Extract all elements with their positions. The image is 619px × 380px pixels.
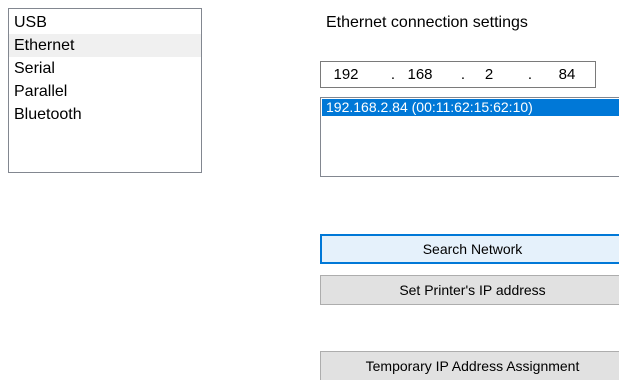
connection-type-usb[interactable]: USB: [9, 11, 201, 34]
connection-type-ethernet[interactable]: Ethernet: [9, 34, 201, 57]
found-printer-item[interactable]: 192.168.2.84 (00:11:62:15:62:10): [322, 99, 619, 116]
ip-address-field[interactable]: 192 . 168 . 2 . 84: [320, 61, 596, 88]
ip-octet-1[interactable]: 192: [326, 66, 366, 83]
ip-octet-3[interactable]: 2: [469, 66, 509, 83]
search-network-button[interactable]: Search Network: [320, 234, 619, 264]
ip-octet-4[interactable]: 84: [547, 66, 587, 83]
temporary-ip-assignment-button[interactable]: Temporary IP Address Assignment: [320, 351, 619, 380]
connection-type-serial[interactable]: Serial: [9, 57, 201, 80]
ip-octet-2[interactable]: 168: [400, 66, 440, 83]
ethernet-settings-page: USB Ethernet Serial Parallel Bluetooth E…: [0, 0, 619, 380]
ip-separator: .: [527, 66, 533, 83]
set-printer-ip-button[interactable]: Set Printer's IP address: [320, 275, 619, 305]
connection-type-bluetooth[interactable]: Bluetooth: [9, 103, 201, 126]
found-printers-list[interactable]: 192.168.2.84 (00:11:62:15:62:10): [320, 97, 619, 177]
connection-type-parallel[interactable]: Parallel: [9, 80, 201, 103]
section-title: Ethernet connection settings: [326, 14, 528, 31]
connection-type-list[interactable]: USB Ethernet Serial Parallel Bluetooth: [8, 8, 202, 173]
ip-separator: .: [390, 66, 396, 83]
ip-separator: .: [460, 66, 466, 83]
